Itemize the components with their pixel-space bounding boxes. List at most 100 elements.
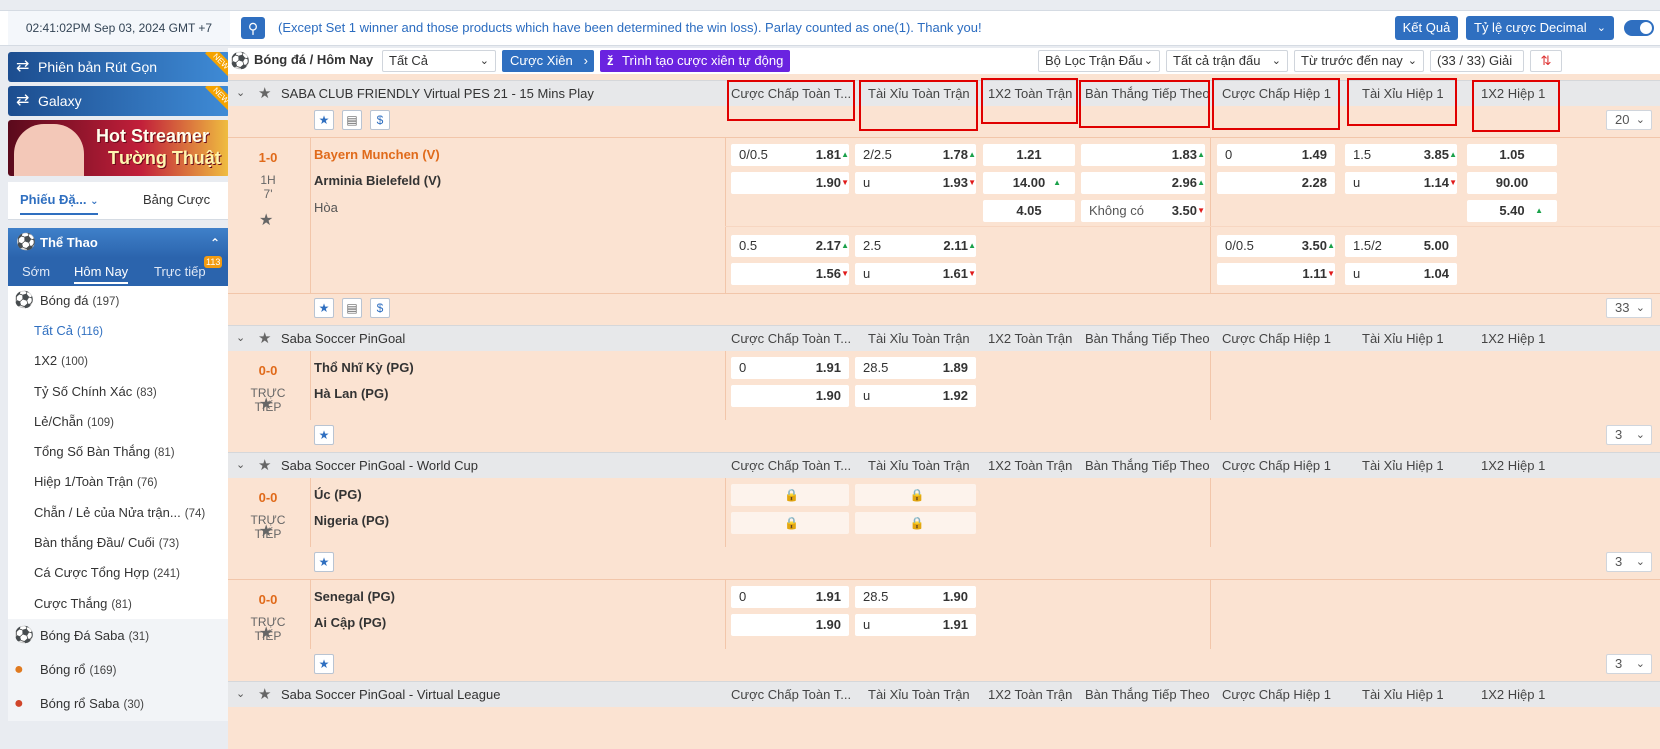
sport-football[interactable]: ⚽ Bóng đá (197): [8, 286, 230, 316]
dollar-icon[interactable]: $: [370, 110, 390, 130]
home-team: Bayern Munchen (V): [314, 147, 440, 162]
star-icon[interactable]: ★: [258, 84, 271, 102]
chevron-down-icon[interactable]: ⌄: [236, 331, 245, 344]
odds-hdp-away[interactable]: 1.90: [731, 385, 849, 407]
odds-ou-under[interactable]: u 1.91: [855, 614, 976, 636]
sport-saba-basketball[interactable]: ● Bóng rổ Saba (30): [8, 686, 230, 721]
odds-next-goal-none[interactable]: Không có 3.50 ▼: [1081, 200, 1205, 222]
odds-hdp-home-alt[interactable]: 0.5 2.17 ▲: [731, 235, 849, 257]
star-icon[interactable]: ★: [259, 394, 273, 414]
odds-1x21-home[interactable]: 1.05: [1467, 144, 1557, 166]
odds-hdp1-away[interactable]: 2.28: [1217, 172, 1335, 194]
odds-ou1-over-alt[interactable]: 1.5/2 5.00: [1345, 235, 1457, 257]
more-markets-button[interactable]: 3 ⌄: [1606, 552, 1652, 572]
star-icon[interactable]: ★: [258, 685, 271, 703]
odds-ou-over[interactable]: 28.5 1.90: [855, 586, 976, 608]
star-icon[interactable]: ★: [314, 425, 334, 445]
tab-bet-table[interactable]: Bảng Cược: [143, 192, 210, 207]
odds-hdp1-away-alt[interactable]: 1.11 ▼: [1217, 263, 1335, 285]
sub-item-correct-score[interactable]: Tỷ Số Chính Xác (83): [8, 377, 230, 407]
star-icon[interactable]: ★: [258, 456, 271, 474]
odds-hdp-home[interactable]: 0 1.91: [731, 586, 849, 608]
auto-parlay-button[interactable]: ž Trình tạo cược xiên tự động: [600, 50, 790, 72]
odds-next-goal-away[interactable]: 2.96 ▲: [1081, 172, 1205, 194]
chevron-up-icon[interactable]: ⌃: [210, 228, 220, 258]
tab-bet-slip[interactable]: Phiếu Đặ... ⌄: [20, 192, 99, 215]
odds-type-dropdown[interactable]: Tỷ lệ cược Decimal ⌄: [1466, 16, 1614, 40]
odds-hdp1-home-alt[interactable]: 0/0.5 3.50 ▲: [1217, 235, 1335, 257]
sort-order-icon[interactable]: ⇅: [1530, 50, 1562, 72]
chevron-down-icon[interactable]: ⌄: [236, 458, 245, 471]
all-matches-select[interactable]: Tất cả trận đấu ⌄: [1166, 50, 1288, 72]
odds-hdp-home[interactable]: 0 1.91: [731, 357, 849, 379]
promo-galaxy[interactable]: ⇄ Galaxy NEW: [8, 86, 230, 116]
odds-1x2-draw[interactable]: 4.05: [983, 200, 1075, 222]
star-icon[interactable]: ★: [314, 552, 334, 572]
odds-ou1-under-alt[interactable]: u 1.04: [1345, 263, 1457, 285]
odds-ou-under[interactable]: u 1.93 ▼: [855, 172, 976, 194]
sub-item-all[interactable]: Tất Cả (116): [8, 316, 230, 346]
tab-live[interactable]: Trực tiếp: [154, 264, 206, 279]
odds-ou-over[interactable]: 2/2.5 1.78 ▲: [855, 144, 976, 166]
parlay-button[interactable]: Cược Xiên ›: [502, 50, 594, 72]
match-filter-select[interactable]: Bộ Lọc Trận Đấu ⌄: [1038, 50, 1160, 72]
sub-item-half-odd-even[interactable]: Chẵn / Lẻ của Nửa trận... (74): [8, 498, 230, 528]
odds-1x21-draw[interactable]: 5.40 ▲: [1467, 200, 1557, 222]
settings-toggle[interactable]: [1624, 20, 1654, 36]
odds-1x2-away[interactable]: 14.00 ▲: [983, 172, 1075, 194]
tab-today[interactable]: Hôm Nay: [74, 264, 129, 284]
sort-select[interactable]: Từ trước đến nay ⌄: [1294, 50, 1424, 72]
sub-item-mix-parlay[interactable]: Cá Cược Tổng Hợp (241): [8, 558, 230, 588]
results-button[interactable]: Kết Quả: [1395, 16, 1458, 40]
odds-1x2-home[interactable]: 1.21: [983, 144, 1075, 166]
star-icon[interactable]: ★: [314, 110, 334, 130]
sport-basketball[interactable]: ● Bóng rổ (169): [8, 652, 230, 687]
sub-item-1x2[interactable]: 1X2 (100): [8, 346, 230, 376]
odds-ou-under[interactable]: u 1.92: [855, 385, 976, 407]
sport-header[interactable]: ⚽ Thể Thao ⌃: [8, 228, 230, 258]
chevron-down-icon[interactable]: ⌄: [236, 687, 245, 700]
chevron-down-icon[interactable]: ⌄: [236, 86, 245, 99]
sub-item-ht-ft[interactable]: Hiệp 1/Toàn Trận (76): [8, 467, 230, 497]
star-icon[interactable]: ★: [314, 298, 334, 318]
sub-item-outright[interactable]: Cược Thắng (81): [8, 589, 230, 619]
odds-ou1-over[interactable]: 1.5 3.85 ▲: [1345, 144, 1457, 166]
more-markets-button[interactable]: 3 ⌄: [1606, 425, 1652, 445]
tab-early[interactable]: Sớm: [22, 264, 50, 279]
sub-item-first-last-goal[interactable]: Bàn thắng Đầu/ Cuối (73): [8, 528, 230, 558]
odds-hdp-home[interactable]: 0/0.5 1.81 ▲: [731, 144, 849, 166]
more-markets-button[interactable]: 33 ⌄: [1606, 298, 1652, 318]
sport-saba-football[interactable]: ⚽ Bóng Đá Saba (31): [8, 618, 230, 653]
star-icon[interactable]: ★: [258, 329, 271, 347]
league-header[interactable]: ⌄ ★ Saba Soccer PinGoal - World Cup Cược…: [228, 452, 1660, 478]
odds-1x21-away[interactable]: 90.00: [1467, 172, 1557, 194]
market-select[interactable]: Tất Cả ⌄: [382, 50, 496, 72]
stats-icon[interactable]: ▤: [342, 110, 362, 130]
star-icon[interactable]: ★: [259, 210, 273, 230]
odds-hdp-away-alt[interactable]: 1.56 ▼: [731, 263, 849, 285]
league-select[interactable]: (33 / 33) Giải: [1430, 50, 1524, 72]
col-1x2-ft: 1X2 Toàn Trận: [988, 331, 1073, 346]
hot-streamer-banner[interactable]: Hot Streamer Tường Thuật: [8, 120, 230, 176]
more-markets-button[interactable]: 20 ⌄: [1606, 110, 1652, 130]
dollar-icon[interactable]: $: [370, 298, 390, 318]
star-icon[interactable]: ★: [259, 623, 273, 643]
odds-hdp1-home[interactable]: 0 1.49: [1217, 144, 1335, 166]
league-header[interactable]: ⌄ ★ Saba Soccer PinGoal Cược Chấp Toàn T…: [228, 325, 1660, 351]
odds-hdp-away[interactable]: 1.90: [731, 614, 849, 636]
league-header[interactable]: ⌄ ★ Saba Soccer PinGoal - Virtual League…: [228, 681, 1660, 707]
star-icon[interactable]: ★: [259, 521, 273, 541]
stats-icon[interactable]: ▤: [342, 298, 362, 318]
more-markets-button[interactable]: 3 ⌄: [1606, 654, 1652, 674]
odds-next-goal-home[interactable]: 1.83 ▲: [1081, 144, 1205, 166]
odds-ou-over[interactable]: 28.5 1.89: [855, 357, 976, 379]
sub-item-odd-even[interactable]: Lẻ/Chẵn (109): [8, 407, 230, 437]
odds-ou1-under[interactable]: u 1.14 ▼: [1345, 172, 1457, 194]
search-icon[interactable]: ⚲: [241, 17, 265, 39]
odds-ou-over-alt[interactable]: 2.5 2.11 ▲: [855, 235, 976, 257]
star-icon[interactable]: ★: [314, 654, 334, 674]
sub-item-total-goals[interactable]: Tổng Số Bàn Thắng (81): [8, 437, 230, 467]
odds-hdp-away[interactable]: 1.90 ▼: [731, 172, 849, 194]
odds-ou-under-alt[interactable]: u 1.61 ▼: [855, 263, 976, 285]
promo-compact-version[interactable]: ⇄ Phiên bản Rút Gọn NEW: [8, 52, 230, 82]
